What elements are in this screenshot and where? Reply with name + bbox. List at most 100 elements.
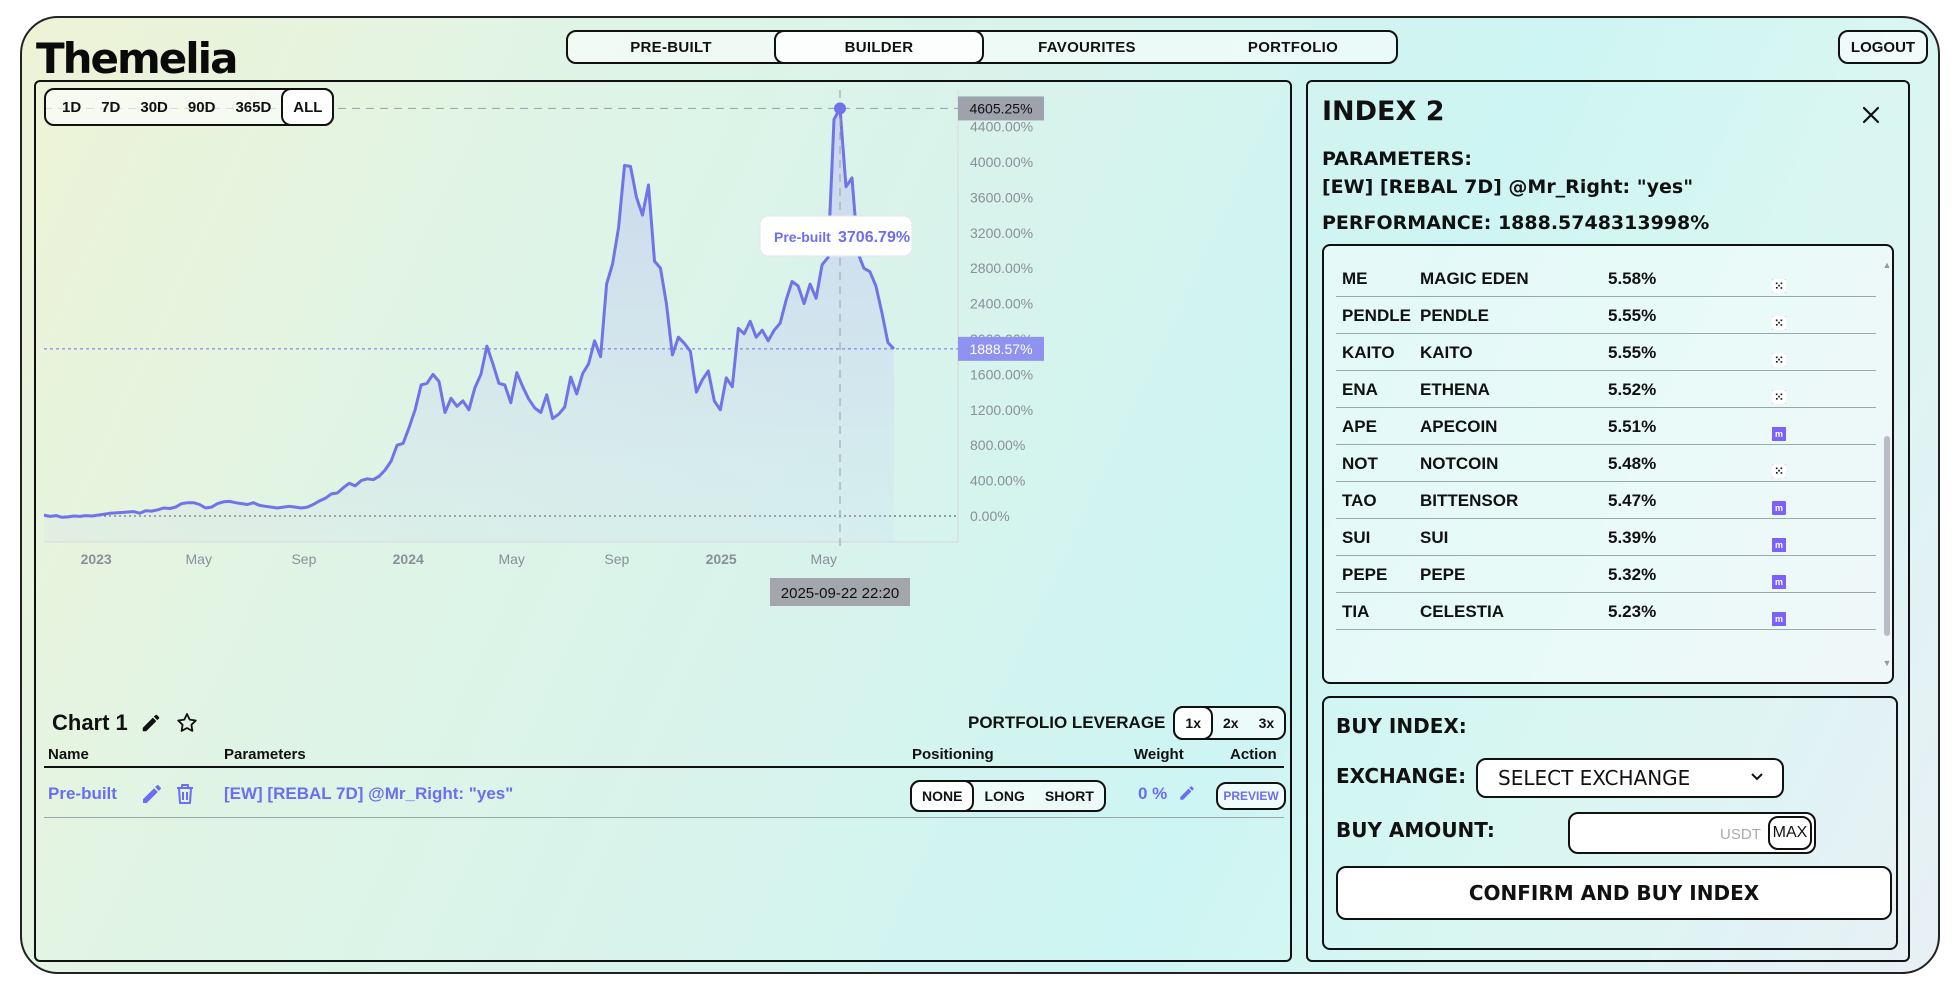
parameters-label: PARAMETERS: — [1322, 148, 1472, 170]
col-parameters: Parameters — [224, 746, 306, 763]
range-btn-all[interactable]: ALL — [281, 88, 335, 126]
main-nav: PRE-BUILT BUILDER FAVOURITES PORTFOLIO — [566, 30, 1398, 64]
holding-row: PEPEPEPE5.32%◆BYBITCXm — [1336, 556, 1876, 593]
buy-index-section: BUY INDEX: EXCHANGE: SELECT EXCHANGE BUY… — [1322, 696, 1898, 950]
range-btn-30d[interactable]: 30D — [130, 90, 178, 124]
leverage-2x[interactable]: 2x — [1213, 708, 1249, 738]
holding-ticker: APE — [1342, 417, 1377, 436]
holdings-list[interactable]: ▲ ▼ MEMAGIC EDEN5.58%◆BYBITCm⁙PENDLEPEND… — [1322, 244, 1894, 684]
x-tick-label: 2023 — [81, 551, 112, 567]
holding-row: APEAPECOIN5.51%◆BYBITCXm — [1336, 408, 1876, 445]
holding-weight: 5.47% — [1608, 491, 1657, 510]
holding-row: MEMAGIC EDEN5.58%◆BYBITCm⁙ — [1336, 260, 1876, 297]
buy-amount-input[interactable] — [1578, 820, 1718, 846]
row-name[interactable]: Pre-built — [48, 784, 117, 804]
holding-name: NOTCOIN — [1420, 454, 1499, 473]
holding-ticker: NOT — [1342, 454, 1378, 473]
leverage-1x[interactable]: 1x — [1173, 706, 1213, 740]
y-tick-label: 2800.00% — [970, 260, 1033, 276]
y-tick-label: 2400.00% — [970, 296, 1033, 312]
crosshair-date-label: 2025-09-22 22:20 — [781, 585, 899, 602]
brand-logo: Themelia — [36, 34, 238, 83]
holding-weight: 5.48% — [1608, 454, 1657, 473]
peak-marker[interactable] — [834, 102, 847, 115]
row-edit-icon[interactable] — [140, 782, 164, 811]
preview-button[interactable]: PREVIEW — [1216, 782, 1286, 810]
range-btn-365d[interactable]: 365D — [225, 90, 281, 124]
chart-panel: 0.00%400.00%800.00%1200.00%1600.00%2000.… — [34, 80, 1292, 962]
row-trash-icon[interactable] — [174, 782, 196, 811]
x-tick-label: 2024 — [393, 551, 424, 567]
holding-row: TIACELESTIA5.23%◆BYBITCXm — [1336, 593, 1876, 630]
holding-weight: 5.39% — [1608, 528, 1657, 547]
holding-name: MAGIC EDEN — [1420, 269, 1529, 288]
edit-pencil-icon[interactable] — [138, 710, 164, 736]
range-btn-1d[interactable]: 1D — [52, 90, 91, 124]
confirm-buy-button[interactable]: CONFIRM AND BUY INDEX — [1336, 866, 1892, 920]
positioning-short[interactable]: SHORT — [1035, 782, 1104, 810]
peak-label: 4605.25% — [969, 100, 1032, 116]
holding-name: BITTENSOR — [1420, 491, 1519, 510]
buy-amount-label: BUY AMOUNT: — [1336, 818, 1495, 842]
scroll-down-icon[interactable]: ▼ — [1882, 658, 1892, 668]
holding-name: ETHENA — [1420, 380, 1490, 399]
holdings-scrollbar[interactable]: ▲ ▼ — [1882, 260, 1892, 672]
holding-row: NOTNOTCOIN5.48%◆BYBITm⁙ — [1336, 445, 1876, 482]
range-btn-7d[interactable]: 7D — [91, 90, 130, 124]
holding-row: TAOBITTENSOR5.47%◆Cm — [1336, 482, 1876, 519]
holding-row: KAITOKAITO5.55%◆Cm⁙ — [1336, 334, 1876, 371]
y-tick-label: 0.00% — [970, 508, 1010, 524]
logout-button[interactable]: LOGOUT — [1838, 30, 1928, 64]
holding-row: ENAETHENA5.52%◆BYBITCm⁙ — [1336, 371, 1876, 408]
y-tick-label: 800.00% — [970, 437, 1025, 453]
close-icon[interactable] — [1856, 100, 1886, 130]
y-tick-label: 1200.00% — [970, 402, 1033, 418]
star-icon[interactable] — [174, 710, 200, 736]
y-tick-label: 1600.00% — [970, 366, 1033, 382]
holding-weight: 5.32% — [1608, 565, 1657, 584]
y-tick-label: 400.00% — [970, 473, 1025, 489]
exchange-select[interactable]: SELECT EXCHANGE — [1476, 758, 1784, 798]
portfolio-leverage: PORTFOLIO LEVERAGE 1x 2x 3x — [968, 706, 1287, 740]
row-parameters: [EW] [REBAL 7D] @Mr_Right: "yes" — [224, 784, 514, 803]
series-area — [44, 108, 894, 543]
x-tick-label: May — [186, 551, 212, 567]
time-range-selector: 1D 7D 30D 90D 365D ALL — [44, 88, 335, 126]
holding-ticker: ME — [1342, 269, 1368, 288]
range-btn-90d[interactable]: 90D — [178, 90, 226, 124]
scroll-up-icon[interactable]: ▲ — [1882, 260, 1892, 270]
kraken-icon: m — [1772, 575, 1786, 589]
col-action: Action — [1230, 746, 1277, 763]
performance-chart[interactable]: 0.00%400.00%800.00%1200.00%1600.00%2000.… — [36, 82, 1290, 702]
nav-tab-builder[interactable]: BUILDER — [774, 30, 984, 64]
nav-tab-portfolio[interactable]: PORTFOLIO — [1190, 32, 1396, 62]
okx-icon: ⁙ — [1772, 353, 1786, 367]
chart-title: Chart 1 — [52, 710, 128, 735]
holding-ticker: PEPE — [1342, 565, 1388, 584]
index-title: INDEX 2 — [1322, 96, 1445, 127]
holding-weight: 5.58% — [1608, 269, 1657, 288]
nav-tab-prebuilt[interactable]: PRE-BUILT — [568, 32, 774, 62]
nav-tab-favourites[interactable]: FAVOURITES — [984, 32, 1190, 62]
kraken-icon: m — [1772, 501, 1786, 515]
x-tick-label: 2025 — [706, 551, 737, 567]
parameters-value: [EW] [REBAL 7D] @Mr_Right: "yes" — [1322, 176, 1694, 198]
leverage-3x[interactable]: 3x — [1249, 708, 1285, 738]
holding-ticker: PENDLE — [1342, 306, 1411, 325]
holding-name: CELESTIA — [1420, 602, 1505, 621]
max-button[interactable]: MAX — [1768, 816, 1812, 850]
chevron-down-icon — [1750, 770, 1764, 786]
scroll-thumb[interactable] — [1884, 436, 1890, 636]
exchange-select-value: SELECT EXCHANGE — [1498, 766, 1691, 790]
y-tick-label: 4000.00% — [970, 154, 1033, 170]
y-tick-label: 3600.00% — [970, 189, 1033, 205]
weight-edit-icon[interactable] — [1178, 784, 1196, 807]
buy-title: BUY INDEX: — [1336, 714, 1467, 738]
positioning-none[interactable]: NONE — [910, 780, 975, 812]
positioning-long[interactable]: LONG — [974, 782, 1034, 810]
buy-amount-field: USDT MAX — [1568, 812, 1816, 854]
holding-ticker: TAO — [1342, 491, 1377, 510]
positioning-selector: NONE LONG SHORT — [910, 780, 1106, 812]
holding-name: SUI — [1420, 528, 1449, 547]
okx-icon: ⁙ — [1772, 279, 1786, 293]
